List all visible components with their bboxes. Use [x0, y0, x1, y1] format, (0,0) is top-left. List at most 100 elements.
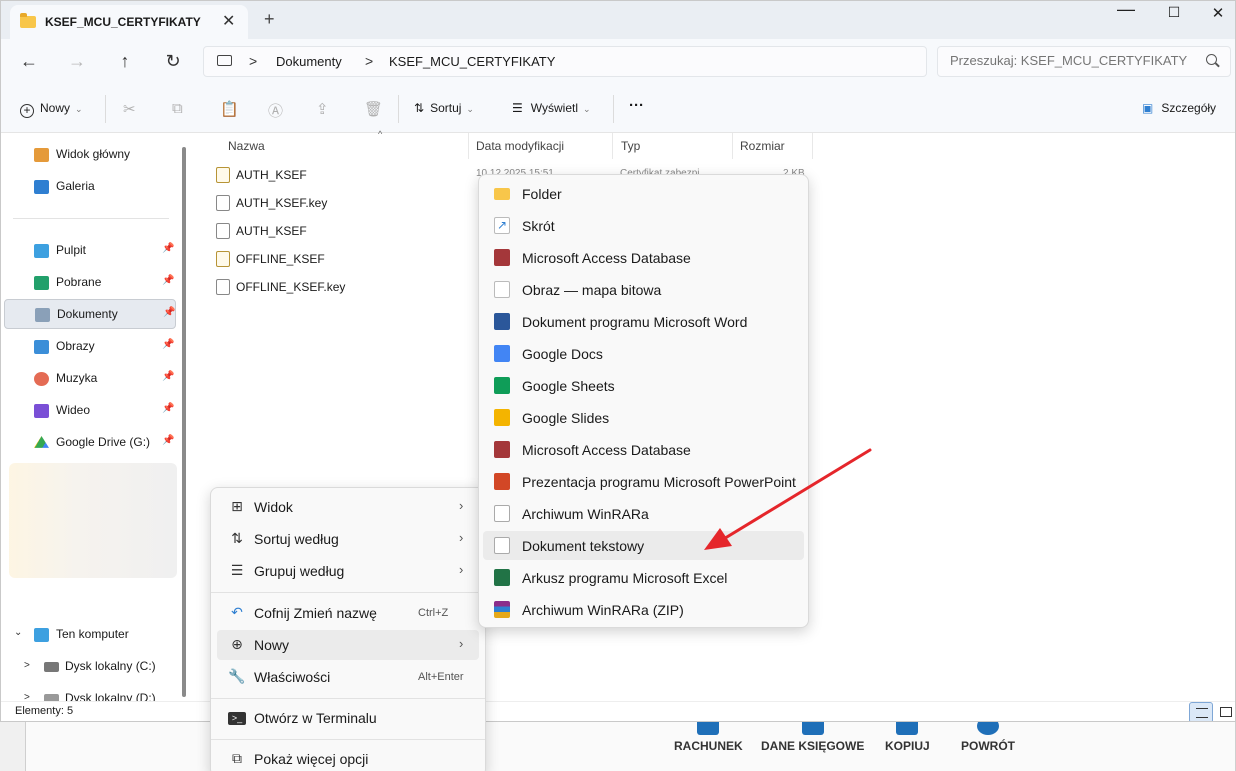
tiles-view-button[interactable]: [1214, 702, 1235, 721]
rachunek-button[interactable]: RACHUNEK: [674, 717, 743, 753]
new-word-document[interactable]: Dokument programu Microsoft Word: [483, 307, 804, 336]
expand-icon[interactable]: ⌄: [14, 627, 22, 638]
new-shortcut[interactable]: ↗ Skrót: [483, 211, 804, 240]
more-options-button[interactable]: ···: [629, 97, 644, 114]
bitmap-icon: [494, 281, 510, 298]
new-icon: ⊕: [231, 636, 243, 652]
google-sheets-icon: [494, 377, 510, 394]
new-winrar-zip[interactable]: Archiwum WinRARa (ZIP): [483, 595, 804, 624]
sidebar-item-this-pc[interactable]: ⌄ Ten komputer: [4, 620, 176, 650]
menu-item-sort-by[interactable]: ⇅ Sortuj według ›: [217, 524, 479, 554]
powrot-button[interactable]: POWRÓT: [961, 717, 1015, 753]
certificate-icon: [216, 167, 230, 183]
folder-icon: [494, 188, 510, 200]
kopiuj-button[interactable]: KOPIUJ: [885, 717, 930, 753]
back-button[interactable]: ←: [17, 51, 41, 72]
chevron-right-icon[interactable]: >: [24, 692, 30, 701]
new-access-database[interactable]: Microsoft Access Database: [483, 243, 804, 272]
sidebar-item-desktop[interactable]: Pulpit 📌: [4, 236, 176, 266]
forward-button[interactable]: →: [65, 51, 89, 72]
breadcrumb-ksef[interactable]: KSEF_MCU_CERTYFIKATY: [389, 54, 555, 69]
column-type[interactable]: Typ: [613, 133, 733, 159]
refresh-button[interactable]: ↻: [161, 51, 185, 72]
menu-item-properties[interactable]: 🔧 Właściwości Alt+Enter: [217, 662, 479, 692]
chevron-right-icon[interactable]: >: [24, 660, 30, 671]
column-name[interactable]: ^ Nazwa: [228, 129, 469, 159]
paste-icon[interactable]: 📋: [220, 100, 239, 118]
search-icon: [1206, 54, 1217, 65]
maximize-button[interactable]: ☐: [1151, 4, 1197, 21]
menu-item-undo-rename[interactable]: ↶ Cofnij Zmień nazwę Ctrl+Z: [217, 598, 479, 628]
tab-ksef[interactable]: KSEF_MCU_CERTYFIKATY ✕: [10, 5, 248, 39]
sidebar-item-drive-d[interactable]: > Dysk lokalny (D:): [4, 684, 176, 701]
new-powerpoint[interactable]: Prezentacja programu Microsoft PowerPoin…: [483, 467, 804, 496]
details-pane-button[interactable]: ▣ Szczegóły: [1142, 101, 1216, 115]
properties-icon: 🔧: [228, 668, 246, 684]
breadcrumb-separator: >: [365, 53, 374, 69]
tab-close-icon[interactable]: ✕: [222, 11, 235, 31]
sidebar-item-home[interactable]: Widok główny: [4, 140, 176, 170]
sidebar-scrollbar[interactable]: [182, 147, 186, 697]
toolbar-divider: [105, 95, 106, 123]
new-tab-button[interactable]: +: [264, 9, 275, 30]
menu-separator: [211, 592, 485, 593]
video-icon: [34, 404, 49, 418]
new-google-slides[interactable]: Google Slides: [483, 403, 804, 432]
new-excel[interactable]: Arkusz programu Microsoft Excel: [483, 563, 804, 592]
address-bar[interactable]: > Dokumenty > KSEF_MCU_CERTYFIKATY: [203, 46, 927, 77]
sidebar-item-drive-c[interactable]: > Dysk lokalny (C:): [4, 652, 176, 682]
up-button[interactable]: ↑: [113, 51, 137, 72]
minimize-button[interactable]: —: [1103, 1, 1149, 20]
sidebar-item-documents[interactable]: Dokumenty 📌: [4, 299, 176, 329]
share-icon[interactable]: ⇪: [316, 100, 329, 118]
new-text-document[interactable]: Dokument tekstowy: [483, 531, 804, 560]
chevron-down-icon: ⌄: [75, 104, 83, 114]
menu-item-group-by[interactable]: ☰ Grupuj według ›: [217, 556, 479, 586]
access-icon: [494, 249, 510, 266]
sidebar-item-gallery[interactable]: Galeria: [4, 172, 176, 202]
new-winrar-archive[interactable]: Archiwum WinRARa: [483, 499, 804, 528]
music-icon: [34, 372, 49, 386]
folder-icon: [20, 13, 36, 28]
menu-item-view[interactable]: ⊞ Widok ›: [217, 492, 479, 522]
sidebar-item-music[interactable]: Muzyka 📌: [4, 364, 176, 394]
copy-icon[interactable]: ⧉: [172, 100, 183, 117]
sidebar-divider: [13, 218, 169, 219]
new-access-database[interactable]: Microsoft Access Database: [483, 435, 804, 464]
new-folder[interactable]: Folder: [483, 179, 804, 208]
search-input[interactable]: [950, 53, 1200, 68]
sidebar-item-google-drive[interactable]: Google Drive (G:) 📌: [4, 428, 176, 458]
new-google-sheets[interactable]: Google Sheets: [483, 371, 804, 400]
search-box[interactable]: [937, 46, 1231, 77]
new-bitmap[interactable]: Obraz — mapa bitowa: [483, 275, 804, 304]
details-view-button[interactable]: [1189, 702, 1213, 721]
file-icon: [216, 279, 230, 295]
column-size[interactable]: Rozmiar: [733, 133, 813, 159]
new-button[interactable]: + Nowy ⌄: [20, 101, 83, 118]
sort-button[interactable]: ⇅ Sortuj ⌄: [414, 101, 474, 115]
access-icon: [494, 441, 510, 458]
sidebar-item-downloads[interactable]: Pobrane 📌: [4, 268, 176, 298]
sidebar-item-video[interactable]: Wideo 📌: [4, 396, 176, 426]
sidebar-item-pictures[interactable]: Obrazy 📌: [4, 332, 176, 362]
dane-ksiegowe-button[interactable]: DANE KSIĘGOWE: [761, 717, 864, 753]
cut-icon[interactable]: ✂: [123, 100, 136, 118]
close-button[interactable]: ✕: [1195, 4, 1235, 22]
winrar-icon: [494, 505, 510, 522]
word-icon: [494, 313, 510, 330]
delete-icon[interactable]: 🗑: [364, 100, 383, 118]
view-icon: ⊞: [231, 498, 243, 514]
view-button[interactable]: ☰ Wyświetl ⌄: [512, 101, 591, 115]
new-google-docs[interactable]: Google Docs: [483, 339, 804, 368]
menu-item-open-terminal[interactable]: >_ Otwórz w Terminalu: [217, 703, 479, 733]
menu-item-new[interactable]: ⊕ Nowy ›: [217, 630, 479, 660]
rename-icon[interactable]: Ⓐ: [268, 100, 283, 121]
group-icon: ☰: [230, 562, 244, 578]
column-date[interactable]: Data modyfikacji: [469, 133, 613, 159]
chevron-down-icon: ⌄: [583, 104, 591, 114]
toolbar-divider: [613, 95, 614, 123]
menu-item-more-options[interactable]: ⧉ Pokaż więcej opcji: [217, 744, 479, 771]
breadcrumb-dokumenty[interactable]: Dokumenty: [276, 54, 342, 69]
tab-title: KSEF_MCU_CERTYFIKATY: [45, 15, 201, 29]
desktop-icon: [34, 244, 49, 258]
